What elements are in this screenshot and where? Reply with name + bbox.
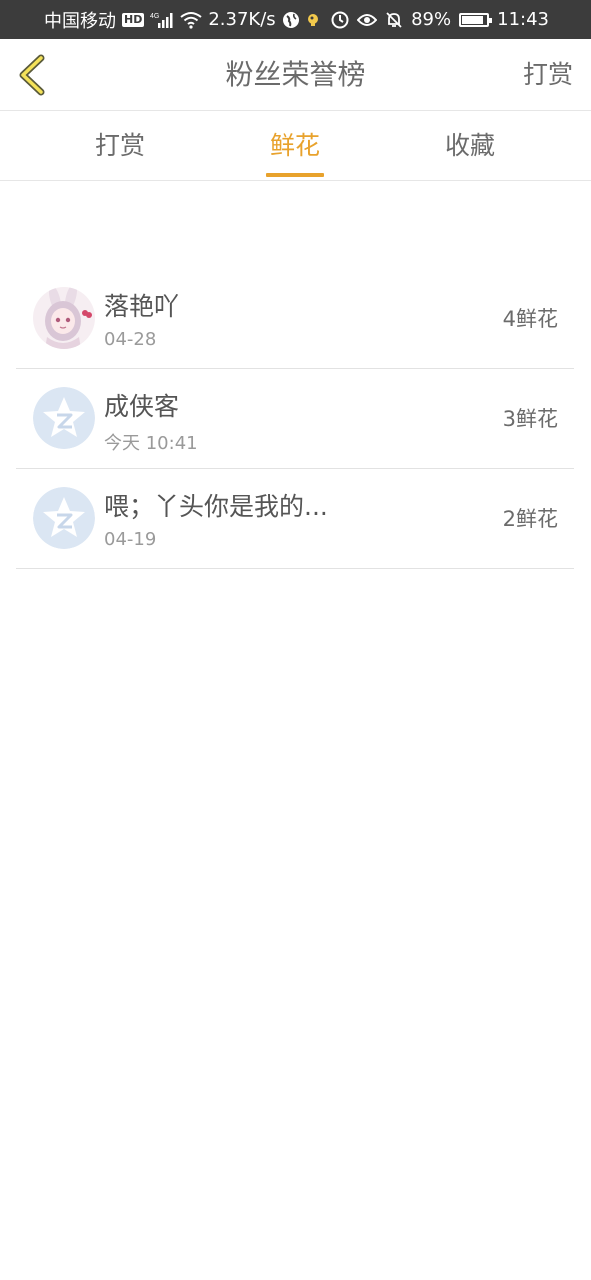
tab-label: 鲜花 bbox=[269, 131, 320, 160]
mute-icon bbox=[385, 11, 403, 29]
globe-icon bbox=[282, 11, 300, 29]
status-bar-left: 中国移动 HD 4G 2.37K/s bbox=[44, 0, 320, 39]
tab-label: 收藏 bbox=[444, 131, 495, 160]
list-item[interactable]: 成侠客 今天 10:41 3鲜花 bbox=[16, 369, 574, 469]
fan-name: 喂；丫头你是我的... bbox=[104, 492, 328, 521]
signal-icon: 4G bbox=[150, 11, 174, 29]
avatar[interactable] bbox=[33, 487, 95, 549]
flower-count: 2鲜花 bbox=[502, 507, 558, 531]
hd-badge: HD bbox=[122, 12, 145, 27]
tab-reward[interactable]: 打赏 bbox=[81, 111, 159, 181]
clock: 11:43 bbox=[497, 9, 549, 30]
anime-girl-avatar-icon bbox=[33, 287, 95, 349]
status-bar: 中国移动 HD 4G 2.37K/s 89% 11:43 bbox=[0, 0, 591, 39]
carrier-label: 中国移动 bbox=[44, 10, 116, 32]
svg-text:4G: 4G bbox=[150, 13, 159, 20]
battery-percent: 89% bbox=[411, 9, 452, 30]
page-title: 粉丝荣誉榜 bbox=[225, 58, 366, 91]
tab-bar: 打赏 鲜花 收藏 bbox=[0, 111, 591, 181]
wifi-icon bbox=[180, 11, 202, 29]
flower-count: 3鲜花 bbox=[502, 407, 558, 431]
fan-ranking-list: 落艳吖 04-28 4鲜花 成侠客 今天 10:41 3鲜花 喂；丫头你是我的.… bbox=[16, 269, 574, 569]
eye-icon bbox=[357, 13, 378, 27]
active-tab-indicator bbox=[266, 173, 324, 177]
battery-icon bbox=[459, 12, 493, 27]
tab-flowers[interactable]: 鲜花 bbox=[266, 111, 324, 181]
reward-button[interactable]: 打赏 bbox=[523, 39, 573, 111]
avatar[interactable] bbox=[33, 287, 95, 349]
default-qq-avatar-icon bbox=[33, 387, 95, 449]
tab-label: 打赏 bbox=[94, 131, 145, 160]
tab-favorites[interactable]: 收藏 bbox=[431, 111, 509, 181]
default-qq-avatar-icon bbox=[33, 487, 95, 549]
status-bar-right: 89% 11:43 bbox=[331, 0, 549, 39]
battery-level bbox=[462, 15, 484, 24]
network-speed: 2.37K/s bbox=[208, 9, 276, 30]
fan-time: 今天 10:41 bbox=[104, 433, 198, 454]
list-item[interactable]: 落艳吖 04-28 4鲜花 bbox=[16, 269, 574, 369]
fan-name: 落艳吖 bbox=[104, 292, 180, 321]
fan-time: 04-28 bbox=[104, 329, 157, 350]
fan-name: 成侠客 bbox=[104, 392, 180, 421]
avatar[interactable] bbox=[33, 387, 95, 449]
fan-time: 04-19 bbox=[104, 529, 157, 550]
top-bar: 粉丝荣誉榜 打赏 bbox=[0, 39, 591, 111]
data-saver-icon bbox=[331, 11, 349, 29]
flower-count: 4鲜花 bbox=[502, 307, 558, 331]
notification-icon bbox=[306, 11, 320, 29]
list-item[interactable]: 喂；丫头你是我的... 04-19 2鲜花 bbox=[16, 469, 574, 569]
